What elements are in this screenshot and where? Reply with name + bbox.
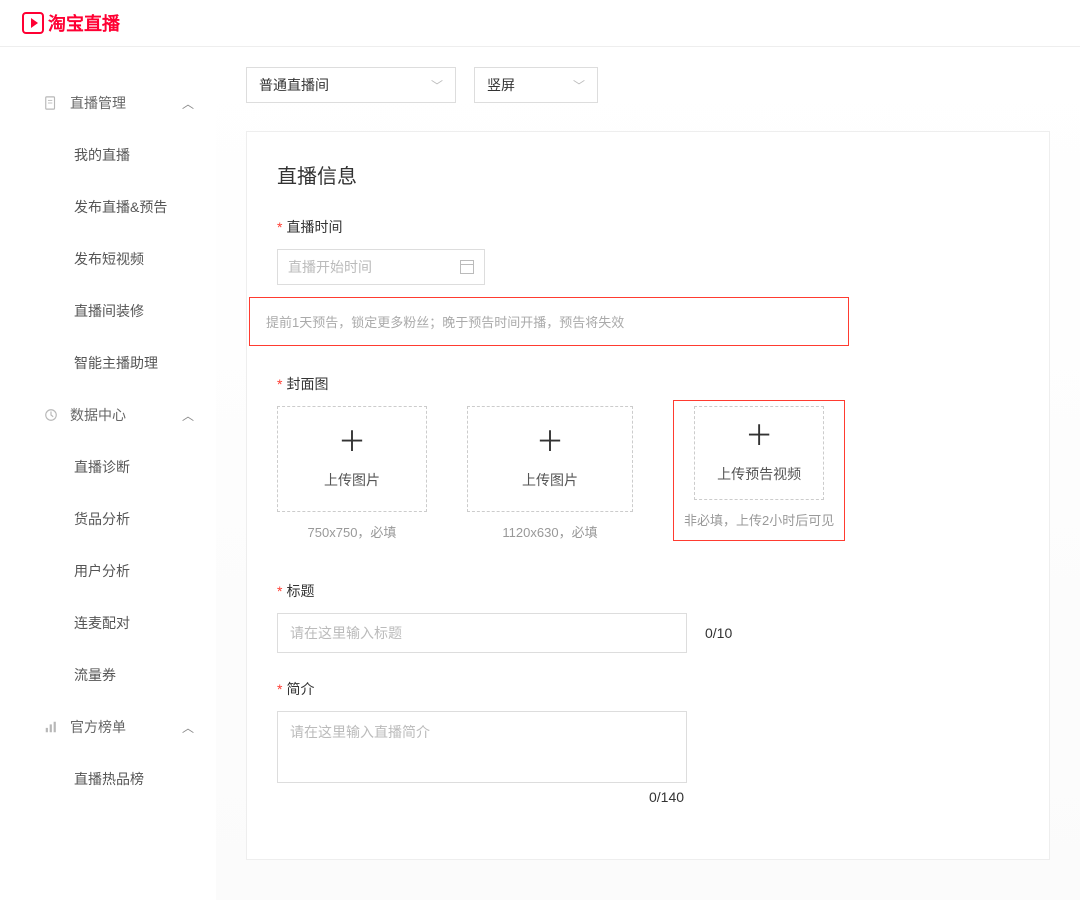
intro-placeholder: 请在这里输入直播简介 xyxy=(290,724,430,740)
nav-group-label: 官方榜单 xyxy=(70,717,126,737)
calendar-icon xyxy=(460,260,474,274)
nav-item-ai-assistant[interactable]: 智能主播助理 xyxy=(0,337,216,389)
upload-image-1120[interactable]: ＋ 上传图片 xyxy=(467,406,633,512)
room-type-select[interactable]: 普通直播间 ﹀ xyxy=(246,67,456,103)
upload-image-750[interactable]: ＋ 上传图片 xyxy=(277,406,427,512)
intro-label: *简介 xyxy=(277,679,1019,699)
intro-textarea[interactable]: 请在这里输入直播简介 xyxy=(277,711,687,783)
chevron-up-icon: ︿ xyxy=(182,407,194,424)
nav-item-traffic-ticket[interactable]: 流量券 xyxy=(0,649,216,701)
live-info-panel: 直播信息 *直播时间 直播开始时间 提前1天预告，锁定更多粉丝；晚于预告时间开播… xyxy=(246,131,1050,860)
top-header: 淘宝直播 xyxy=(0,0,1080,47)
title-placeholder: 请在这里输入标题 xyxy=(290,623,402,643)
chevron-down-icon: ﹀ xyxy=(573,77,585,94)
required-asterisk: * xyxy=(277,219,282,235)
time-label: *直播时间 xyxy=(277,217,1019,237)
section-title: 直播信息 xyxy=(277,160,1019,189)
required-asterisk: * xyxy=(277,376,282,392)
chevron-down-icon: ﹀ xyxy=(431,77,443,94)
nav-item-product-analysis[interactable]: 货品分析 xyxy=(0,493,216,545)
brand-name: 淘宝直播 xyxy=(48,10,120,36)
upload-col-750: ＋ 上传图片 750x750，必填 xyxy=(277,406,427,541)
title-label: *标题 xyxy=(277,581,1019,601)
plus-icon: ＋ xyxy=(745,422,773,450)
orientation-select[interactable]: 竖屏 ﹀ xyxy=(474,67,598,103)
chevron-up-icon: ︿ xyxy=(182,719,194,736)
nav-item-live-diagnosis[interactable]: 直播诊断 xyxy=(0,441,216,493)
upload-button-label: 上传预告视频 xyxy=(717,464,801,484)
main-content: 普通直播间 ﹀ 竖屏 ﹀ 直播信息 *直播时间 直播开始时间 提前1天预告，锁定… xyxy=(216,47,1080,900)
nav-group-data-center[interactable]: 数据中心 ︿ xyxy=(0,389,216,441)
chart-icon xyxy=(44,720,58,734)
live-time-input[interactable]: 直播开始时间 xyxy=(277,249,485,285)
document-icon xyxy=(44,96,58,110)
nav-item-publish-live[interactable]: 发布直播&预告 xyxy=(0,181,216,233)
nav-item-my-live[interactable]: 我的直播 xyxy=(0,129,216,181)
nav-item-user-analysis[interactable]: 用户分析 xyxy=(0,545,216,597)
orientation-value: 竖屏 xyxy=(487,75,515,95)
title-input[interactable]: 请在这里输入标题 xyxy=(277,613,687,653)
time-placeholder: 直播开始时间 xyxy=(288,257,372,277)
required-asterisk: * xyxy=(277,583,282,599)
brand-logo: 淘宝直播 xyxy=(22,10,1058,36)
upload-button-label: 上传图片 xyxy=(522,470,578,490)
plus-icon: ＋ xyxy=(536,428,564,456)
clock-icon xyxy=(44,408,58,422)
nav-item-room-decoration[interactable]: 直播间装修 xyxy=(0,285,216,337)
upload-col-1120: ＋ 上传图片 1120x630，必填 xyxy=(467,406,633,541)
upload-button-label: 上传图片 xyxy=(324,470,380,490)
intro-counter: 0/140 xyxy=(649,789,1019,805)
upload-caption: 非必填，上传2小时后可见 xyxy=(684,510,834,529)
play-icon xyxy=(22,12,44,34)
nav-group-label: 直播管理 xyxy=(70,93,126,113)
nav-item-publish-short-video[interactable]: 发布短视频 xyxy=(0,233,216,285)
nav-item-hot-products[interactable]: 直播热品榜 xyxy=(0,753,216,805)
time-hint: 提前1天预告，锁定更多粉丝；晚于预告时间开播，预告将失效 xyxy=(249,297,849,346)
chevron-up-icon: ︿ xyxy=(182,95,194,112)
sidebar: 直播管理 ︿ 我的直播 发布直播&预告 发布短视频 直播间装修 智能主播助理 数… xyxy=(0,47,216,900)
title-counter: 0/10 xyxy=(705,625,732,641)
room-type-value: 普通直播间 xyxy=(259,75,329,95)
nav-item-mic-match[interactable]: 连麦配对 xyxy=(0,597,216,649)
nav-group-label: 数据中心 xyxy=(70,405,126,425)
nav-group-live-management[interactable]: 直播管理 ︿ xyxy=(0,77,216,129)
upload-caption: 1120x630，必填 xyxy=(502,522,597,541)
upload-col-video: ＋ 上传预告视频 非必填，上传2小时后可见 xyxy=(673,400,845,541)
plus-icon: ＋ xyxy=(338,428,366,456)
cover-label: *封面图 xyxy=(277,374,1019,394)
upload-caption: 750x750，必填 xyxy=(308,522,397,541)
required-asterisk: * xyxy=(277,681,282,697)
nav-group-official-rank[interactable]: 官方榜单 ︿ xyxy=(0,701,216,753)
upload-preview-video[interactable]: ＋ 上传预告视频 xyxy=(694,406,824,500)
